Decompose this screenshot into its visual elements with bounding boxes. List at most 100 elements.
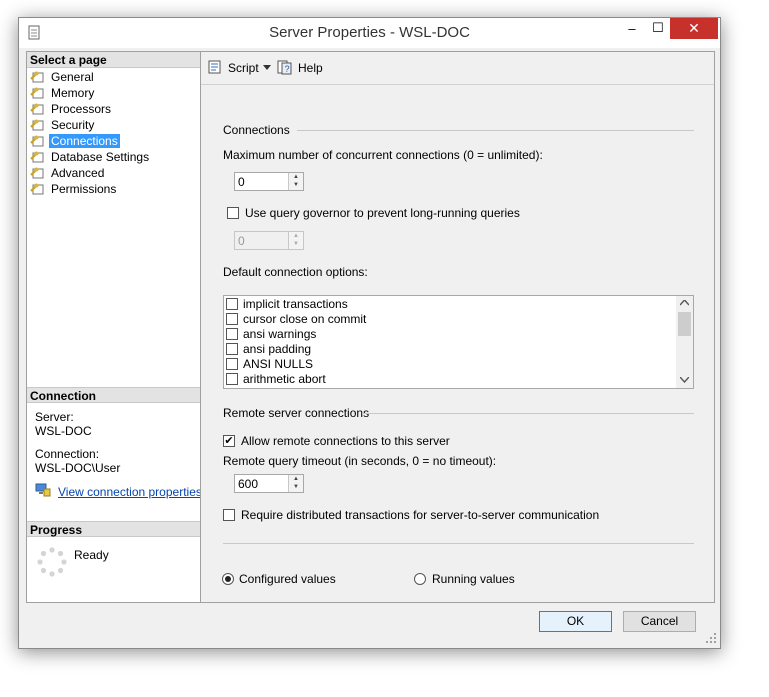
option-label: cursor close on commit	[243, 312, 367, 326]
nav-item-label: Security	[51, 118, 95, 132]
wrench-page-icon	[30, 183, 44, 195]
progress-header: Progress	[27, 521, 200, 537]
remote-group-title: Remote server connections	[223, 406, 370, 420]
option-row[interactable]: implicit transactions	[226, 297, 348, 312]
option-row[interactable]: arithmetic abort	[226, 372, 326, 387]
connections-divider	[297, 130, 694, 131]
wrench-page-icon	[30, 71, 44, 83]
remote-timeout-stepper[interactable]: 600 ▲ ▼	[234, 474, 304, 493]
wrench-page-icon	[30, 103, 44, 115]
cancel-button[interactable]: Cancel	[623, 611, 696, 632]
default-options-list[interactable]: implicit transactions cursor close on com…	[223, 295, 694, 389]
nav-item-general[interactable]: General	[30, 69, 96, 85]
connection-properties-icon	[35, 483, 51, 497]
left-panel: Select a page General Memory Processors Sec…	[26, 51, 202, 603]
help-label: Help	[298, 61, 323, 75]
option-checkbox[interactable]	[226, 328, 238, 340]
wrench-page-icon	[30, 119, 44, 131]
configured-values-radio[interactable]	[222, 573, 234, 585]
wrench-page-icon	[30, 135, 44, 147]
scroll-up-icon[interactable]	[680, 300, 689, 306]
checkmark-icon: ✔	[224, 435, 234, 447]
nav-item-advanced[interactable]: Advanced	[30, 165, 106, 181]
option-label: ansi padding	[243, 342, 312, 356]
nav-item-processors[interactable]: Processors	[30, 101, 113, 117]
script-label: Script	[228, 61, 259, 75]
window-title: Server Properties - WSL-DOC	[269, 24, 470, 41]
option-checkbox[interactable]	[226, 298, 238, 310]
nav-item-label: General	[51, 70, 94, 84]
script-icon	[208, 60, 221, 74]
progress-status: Ready	[74, 548, 109, 562]
option-checkbox[interactable]	[226, 373, 238, 385]
remote-divider	[362, 413, 694, 414]
max-connections-label: Maximum number of concurrent connections…	[223, 148, 543, 162]
nav-item-permissions[interactable]: Permissions	[30, 181, 118, 197]
option-checkbox[interactable]	[226, 313, 238, 325]
connection-label: Connection:	[35, 447, 100, 461]
svg-text:?: ?	[285, 64, 290, 74]
server-properties-window: Server Properties - WSL-DOC – ☐ ✕ Select…	[18, 17, 721, 649]
option-checkbox[interactable]	[226, 358, 238, 370]
maximize-button[interactable]: ☐	[643, 19, 673, 41]
option-label: ANSI NULLS	[243, 357, 314, 371]
running-values-radio[interactable]	[414, 573, 426, 585]
scroll-down-icon[interactable]	[680, 377, 689, 383]
running-values-label: Running values	[432, 572, 515, 586]
option-label: arithmetic abort	[243, 372, 326, 386]
help-icon: ?	[277, 60, 292, 75]
nav-item-connections[interactable]: Connections	[30, 133, 120, 149]
stepper-arrows-icon: ▲ ▼	[288, 232, 303, 249]
connections-group-title: Connections	[223, 123, 290, 137]
option-row[interactable]: ansi warnings	[226, 327, 316, 342]
select-page-header: Select a page	[27, 52, 200, 68]
minimize-icon: –	[628, 21, 636, 36]
close-icon: ✕	[688, 20, 700, 36]
nav-item-label: Permissions	[51, 182, 117, 196]
distributed-transactions-label: Require distributed transactions for ser…	[241, 508, 600, 522]
resize-grip-icon[interactable]	[705, 632, 717, 644]
title-bar[interactable]: Server Properties - WSL-DOC – ☐ ✕	[19, 18, 720, 48]
right-panel: Script ? Help Connections Maximum number…	[200, 51, 715, 603]
wrench-page-icon	[30, 87, 44, 99]
remote-timeout-label: Remote query timeout (in seconds, 0 = no…	[223, 454, 497, 468]
option-row[interactable]: ANSI NULLS	[226, 357, 313, 372]
nav-item-label: Advanced	[51, 166, 105, 180]
query-governor-label: Use query governor to prevent long-runni…	[245, 206, 520, 220]
wrench-page-icon	[30, 167, 44, 179]
wrench-page-icon	[30, 151, 44, 163]
option-label: implicit transactions	[243, 297, 348, 311]
nav-item-database-settings[interactable]: Database Settings	[30, 149, 151, 165]
max-connections-stepper[interactable]: 0 ▲ ▼	[234, 172, 304, 191]
max-connections-value: 0	[238, 175, 245, 189]
nav-item-security[interactable]: Security	[30, 117, 96, 133]
connection-value: WSL-DOC\User	[35, 461, 121, 475]
query-governor-checkbox[interactable]	[227, 207, 239, 219]
scrollbar-thumb[interactable]	[678, 312, 691, 336]
default-options-label: Default connection options:	[223, 265, 368, 279]
stepper-arrows-icon[interactable]: ▲ ▼	[288, 173, 303, 190]
connection-header: Connection	[27, 387, 200, 403]
view-connection-properties-link[interactable]: View connection properties	[58, 485, 202, 499]
nav-item-memory[interactable]: Memory	[30, 85, 96, 101]
nav-item-label: Processors	[51, 102, 112, 116]
chevron-down-icon[interactable]	[263, 65, 272, 71]
close-button[interactable]: ✕	[670, 18, 718, 39]
maximize-icon: ☐	[652, 20, 664, 35]
stepper-arrows-icon[interactable]: ▲ ▼	[288, 475, 303, 492]
query-governor-value: 0	[238, 234, 245, 248]
option-label: ansi warnings	[243, 327, 317, 341]
toolbar: Script ? Help	[201, 52, 714, 85]
values-divider	[223, 543, 694, 544]
distributed-transactions-checkbox[interactable]	[223, 509, 235, 521]
ok-button[interactable]: OK	[539, 611, 612, 632]
server-label: Server:	[35, 410, 74, 424]
option-row[interactable]: cursor close on commit	[226, 312, 366, 327]
options-scrollbar[interactable]	[676, 296, 693, 388]
spinner-icon	[37, 547, 67, 577]
allow-remote-checkbox[interactable]: ✔	[223, 435, 235, 447]
option-row[interactable]: ansi padding	[226, 342, 311, 357]
allow-remote-label: Allow remote connections to this server	[241, 434, 450, 448]
remote-timeout-value: 600	[238, 477, 259, 491]
option-checkbox[interactable]	[226, 343, 238, 355]
